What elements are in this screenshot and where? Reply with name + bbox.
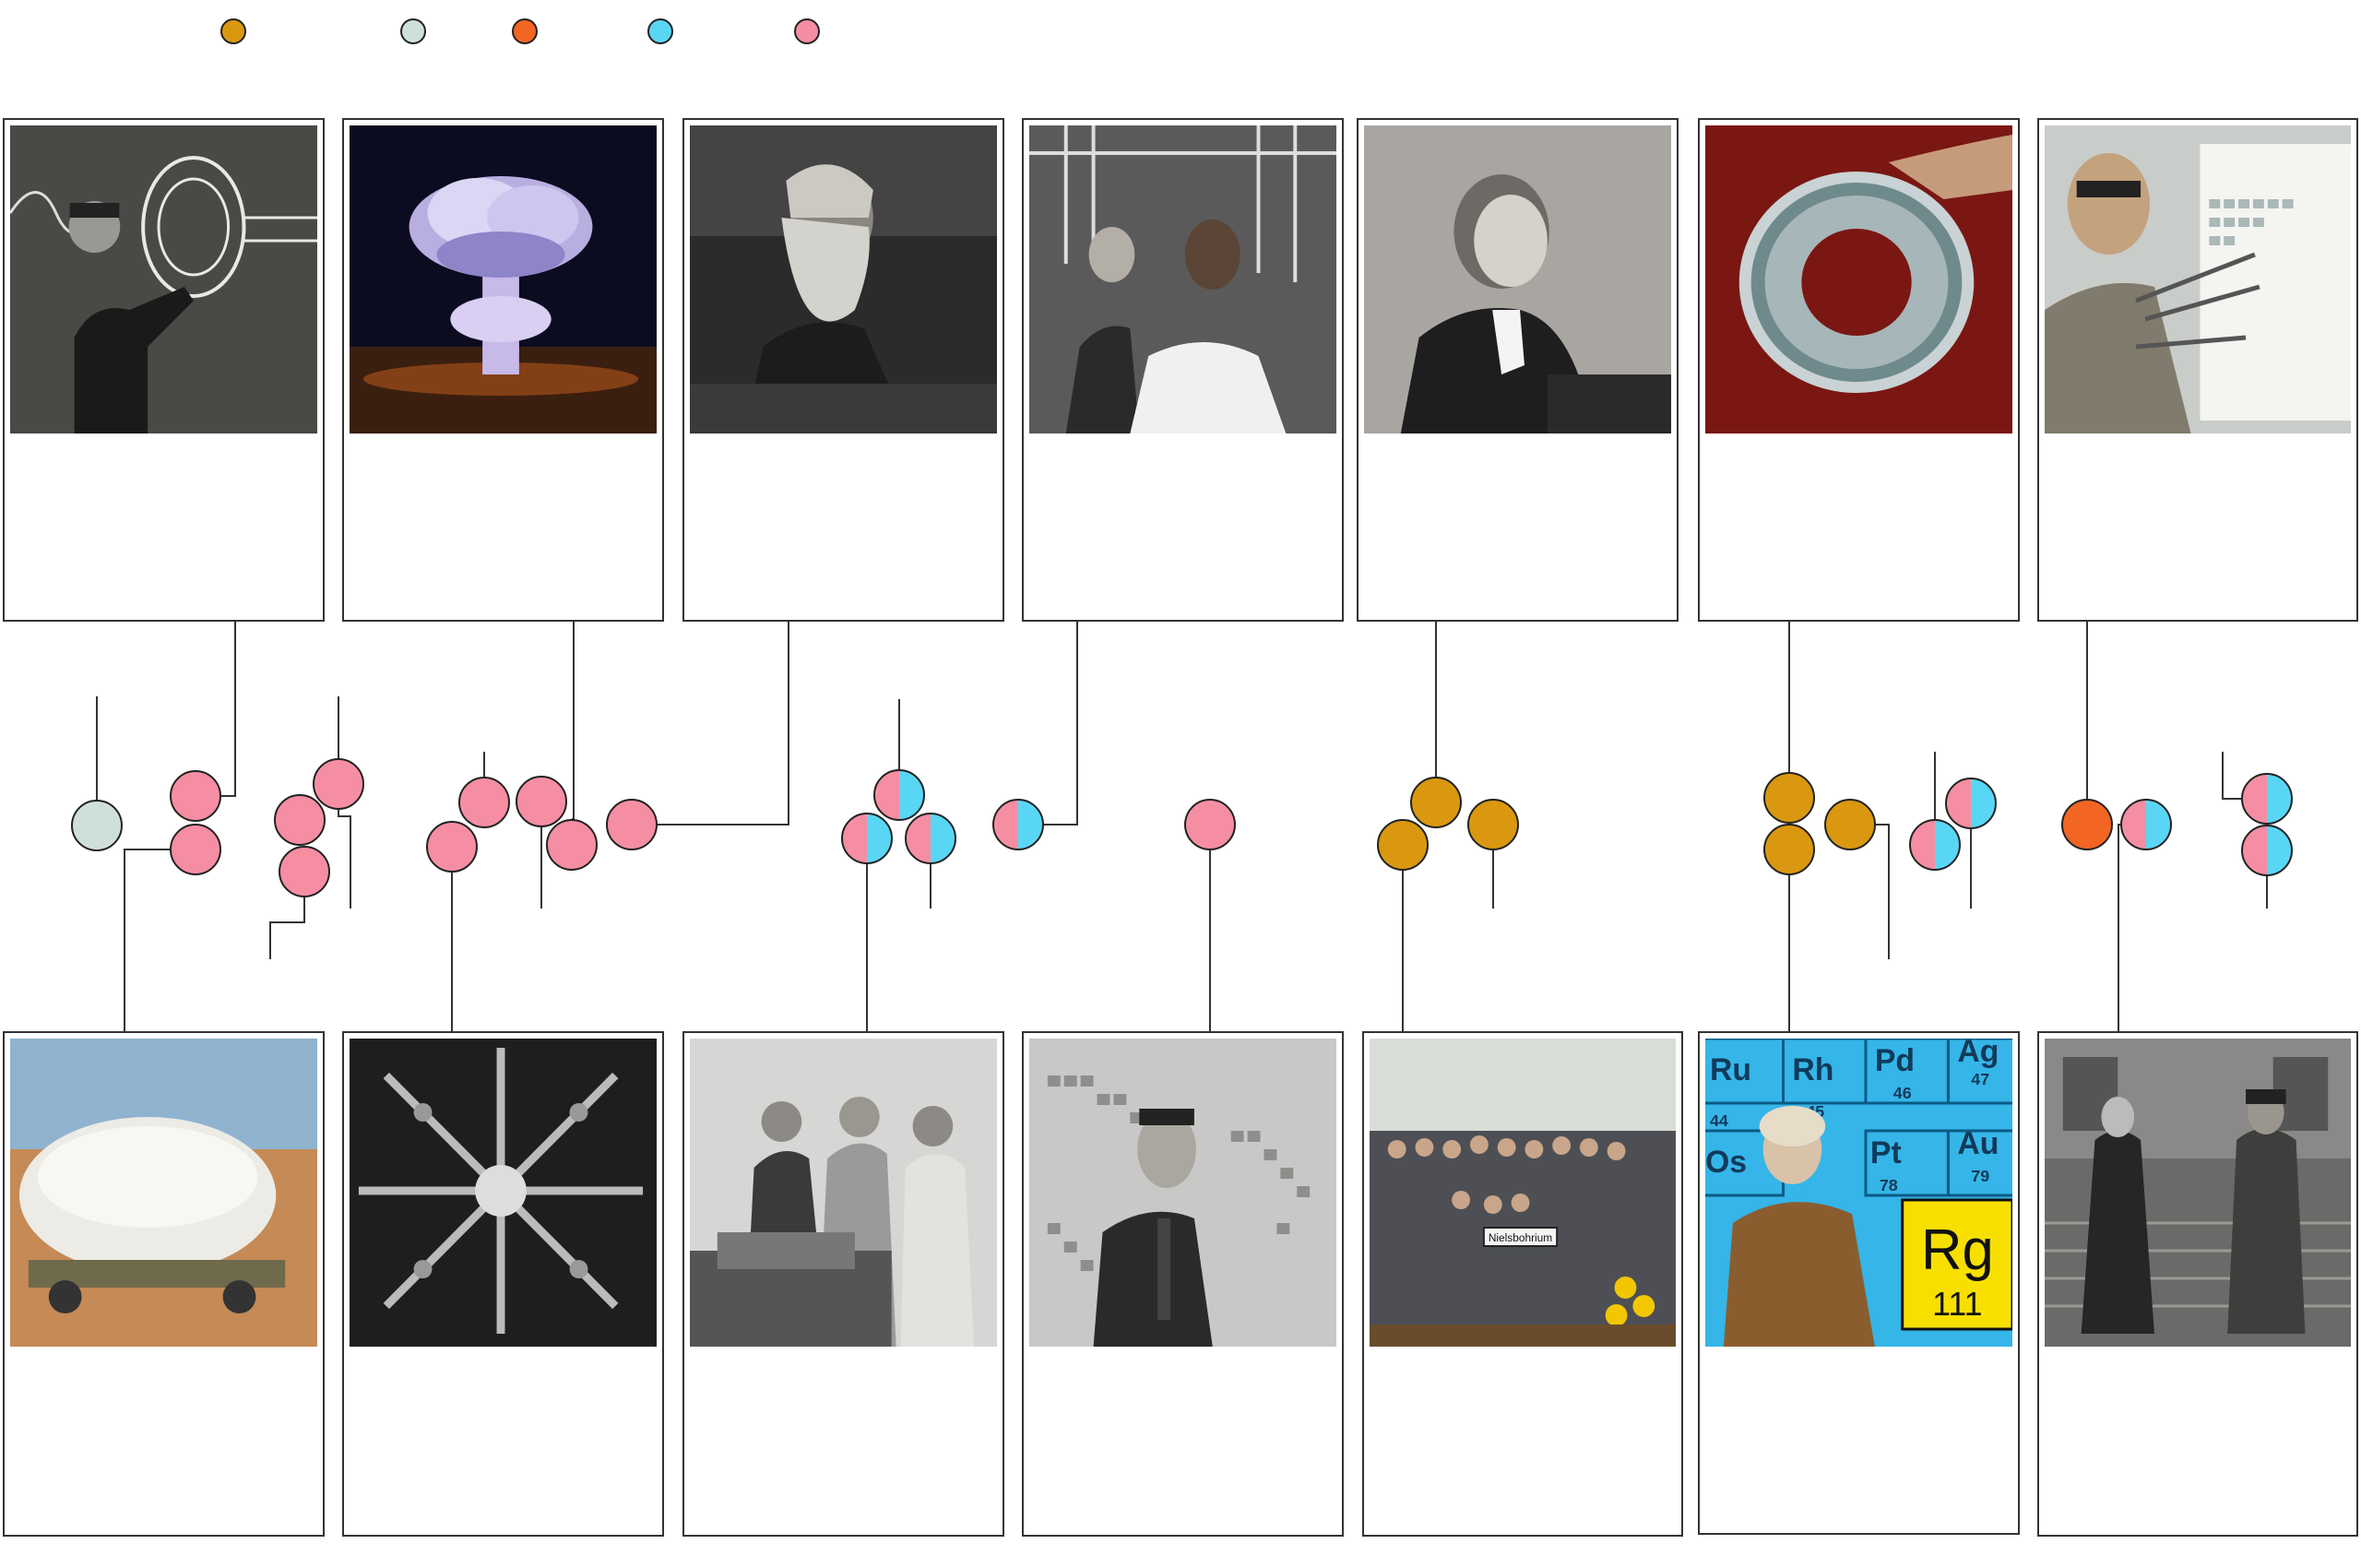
element-circle[interactable] xyxy=(2061,799,2113,850)
element-circle[interactable] xyxy=(274,794,326,846)
element-circle[interactable] xyxy=(1945,778,1997,829)
connector-line xyxy=(2222,752,2241,800)
bearded-chemist-photo xyxy=(690,125,997,434)
periodic-number-79: 79 xyxy=(1971,1167,1989,1185)
legend-dot-pink xyxy=(794,18,820,44)
connector-line xyxy=(2118,824,2120,1031)
periodic-symbol-pt: Pt xyxy=(1870,1135,1902,1170)
connector-line xyxy=(221,622,236,797)
periodic-number-47: 47 xyxy=(1971,1070,1989,1088)
connector-line xyxy=(658,622,789,826)
element-circle[interactable] xyxy=(905,813,956,864)
element-circle[interactable] xyxy=(1377,819,1429,871)
top-card-3[interactable] xyxy=(682,118,1004,622)
two-men-on-steps-photo xyxy=(2045,1039,2351,1347)
connector-line xyxy=(1876,824,1890,959)
bottom-card-2[interactable] xyxy=(342,1031,664,1537)
element-circle[interactable] xyxy=(1467,799,1519,850)
periodic-symbol-au: Au xyxy=(1957,1126,1999,1161)
element-circle[interactable] xyxy=(170,824,221,875)
element-circle[interactable] xyxy=(1410,777,1462,828)
detector-apparatus-photo xyxy=(350,1039,657,1347)
nielsbohrium-sign-text: Nielsbohrium xyxy=(1489,1231,1552,1244)
scientists-with-equipment-photo xyxy=(690,1039,997,1347)
legend-dot-orange xyxy=(220,18,246,44)
legend-dot-cyan xyxy=(647,18,673,44)
element-circle[interactable] xyxy=(546,819,598,871)
element-circle[interactable] xyxy=(279,846,330,897)
element-circle[interactable] xyxy=(1909,819,1961,871)
top-card-5[interactable] xyxy=(1357,118,1679,622)
connector-line xyxy=(1044,622,1078,826)
woman-with-rg-111-photo: Ru Rh Pd Ag 44 45 46 47 Os Pt Au 78 79 R… xyxy=(1705,1039,2012,1347)
element-circle[interactable] xyxy=(1184,799,1236,850)
element-circle[interactable] xyxy=(2241,825,2293,876)
top-card-2[interactable] xyxy=(342,118,664,622)
man-before-element-chart-photo xyxy=(1029,1039,1336,1347)
woman-physicist-photo xyxy=(1364,125,1671,434)
element-circle[interactable] xyxy=(170,770,221,822)
scientists-in-lab-photo xyxy=(1029,125,1336,434)
bottom-card-4[interactable] xyxy=(1022,1031,1344,1537)
top-card-6[interactable] xyxy=(1698,118,2020,622)
element-circle[interactable] xyxy=(992,799,1044,850)
periodic-number-44: 44 xyxy=(1710,1111,1728,1130)
periodic-symbol-os: Os xyxy=(1705,1145,1747,1180)
bottom-card-3[interactable] xyxy=(682,1031,1004,1537)
element-circle[interactable] xyxy=(606,799,658,850)
periodic-number-78: 78 xyxy=(1880,1176,1898,1194)
element-circle[interactable] xyxy=(516,776,567,827)
element-circle[interactable] xyxy=(313,758,364,810)
scientist-at-chalkboard-photo xyxy=(10,125,317,434)
connector-line xyxy=(338,810,351,909)
legend-dot-red-orange xyxy=(512,18,538,44)
top-card-4[interactable] xyxy=(1022,118,1344,622)
periodic-number-111: 111 xyxy=(1932,1286,1982,1323)
connector-line xyxy=(572,622,575,820)
element-circle[interactable] xyxy=(71,800,123,851)
bottom-card-6[interactable]: Ru Rh Pd Ag 44 45 46 47 Os Pt Au 78 79 R… xyxy=(1698,1031,2020,1535)
element-circle[interactable] xyxy=(1824,799,1876,850)
periodic-symbol-rh: Rh xyxy=(1792,1052,1833,1087)
top-card-7[interactable] xyxy=(2037,118,2358,622)
legend-dot-grey xyxy=(400,18,426,44)
mushroom-cloud-photo xyxy=(350,125,657,434)
bottom-card-5[interactable]: Nielsbohrium xyxy=(1362,1031,1683,1537)
periodic-number-46: 46 xyxy=(1893,1084,1912,1102)
periodic-symbol-pd: Pd xyxy=(1875,1043,1915,1078)
element-circle[interactable] xyxy=(841,813,893,864)
element-circle[interactable] xyxy=(2241,773,2293,825)
press-conference-periodic-table-photo xyxy=(2045,125,2351,434)
periodic-symbol-rg: Rg xyxy=(1921,1218,1994,1282)
bomb-casing-photo xyxy=(10,1039,317,1347)
bottom-card-7[interactable] xyxy=(2037,1031,2358,1537)
top-card-1[interactable] xyxy=(3,118,325,622)
accelerator-ring-photo xyxy=(1705,125,2012,434)
element-circle[interactable] xyxy=(2120,799,2172,850)
bottom-card-1[interactable] xyxy=(3,1031,325,1537)
group-with-nielsbohrium-sign-photo: Nielsbohrium xyxy=(1370,1039,1676,1347)
periodic-symbol-ru: Ru xyxy=(1710,1052,1751,1087)
element-circle[interactable] xyxy=(1763,772,1815,824)
element-circle[interactable] xyxy=(1763,824,1815,875)
element-discovery-timeline: Nielsbohrium Ru Rh Pd Ag 44 45 46 47 Os … xyxy=(0,0,2361,1568)
element-circle[interactable] xyxy=(873,769,925,821)
element-circle[interactable] xyxy=(426,821,478,873)
element-circle[interactable] xyxy=(458,777,510,828)
periodic-symbol-ag: Ag xyxy=(1957,1039,1999,1069)
